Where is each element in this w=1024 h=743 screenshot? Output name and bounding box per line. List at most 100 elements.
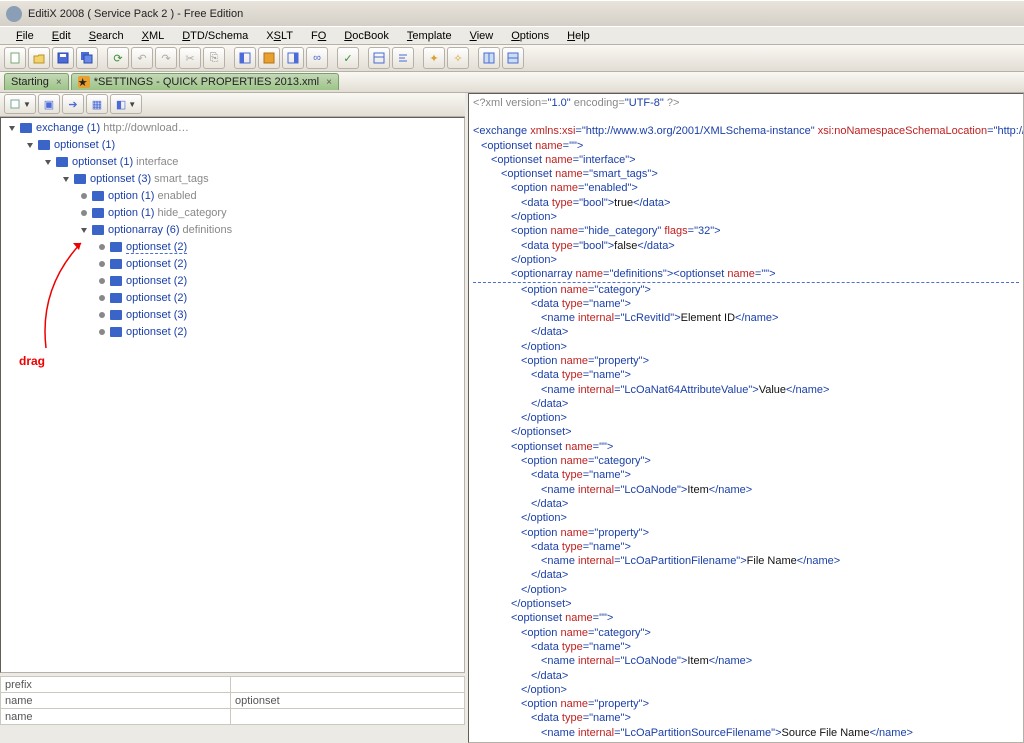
tree-view-button[interactable] <box>368 47 390 69</box>
tree-row[interactable]: optionset (2) <box>3 256 462 273</box>
menu-xml[interactable]: XML <box>134 28 173 44</box>
tree-expand-button[interactable]: ▦ <box>86 94 108 114</box>
link-button[interactable]: ∞ <box>306 47 328 69</box>
tree-label: exchange (1)http://download… <box>36 122 189 134</box>
tree-row[interactable]: optionset (2) <box>3 324 462 341</box>
main-toolbar: ⟳ ↶ ↷ ✂ ⎘ ∞ ✓ ✦ ✧ <box>0 45 1024 71</box>
panel-1-button[interactable] <box>234 47 256 69</box>
tree-row[interactable]: optionset (2) <box>3 239 462 256</box>
tab-0[interactable]: Starting× <box>4 73 69 90</box>
menu-dtdschema[interactable]: DTD/Schema <box>174 28 256 44</box>
run-alt-button[interactable]: ✧ <box>447 47 469 69</box>
tree-filter-button[interactable]: ◧▼ <box>110 94 142 114</box>
tab-close-icon[interactable]: × <box>326 77 332 88</box>
tree-toggle-icon[interactable] <box>79 226 88 235</box>
link-icon: ∞ <box>313 52 321 64</box>
new-file-button[interactable] <box>4 47 26 69</box>
format-button[interactable] <box>392 47 414 69</box>
document-tabbar: Starting×★*SETTINGS - QUICK PROPERTIES 2… <box>0 72 1024 93</box>
menu-file[interactable]: File <box>8 28 42 44</box>
validate-button[interactable]: ✓ <box>337 47 359 69</box>
arrow-right-icon: ➔ <box>68 98 77 111</box>
attr-cell <box>231 677 465 693</box>
tree-row[interactable]: optionset (3) <box>3 307 462 324</box>
star-icon: ★ <box>78 76 90 88</box>
menu-search[interactable]: Search <box>81 28 132 44</box>
content-area: ▼ ▣ ➔ ▦ ◧▼ drag exchange (1)http://downl… <box>0 93 1024 743</box>
grid-icon: ▦ <box>92 98 102 111</box>
tree-toggle-icon[interactable] <box>43 158 52 167</box>
tree-next-button[interactable]: ➔ <box>62 94 84 114</box>
element-icon <box>110 242 122 252</box>
xml-line: </data> <box>473 397 1019 411</box>
tree-leaf-icon <box>97 260 106 269</box>
chevron-down-icon: ▼ <box>128 100 136 109</box>
xml-line: <optionset name="interface"> <box>473 153 1019 167</box>
refresh-icon: ⟳ <box>113 52 122 65</box>
xml-line: <data type="name"> <box>473 540 1019 554</box>
tree-label: optionset (1)interface <box>72 156 178 168</box>
attr-row[interactable]: prefix <box>1 677 465 693</box>
tab-close-icon[interactable]: × <box>56 77 62 88</box>
xml-source-editor[interactable]: <?xml version="1.0" encoding="UTF-8" ?><… <box>468 93 1024 743</box>
menu-template[interactable]: Template <box>399 28 460 44</box>
save-all-button[interactable] <box>76 47 98 69</box>
tree-row[interactable]: optionset (1)interface <box>3 154 462 171</box>
tab-1[interactable]: ★*SETTINGS - QUICK PROPERTIES 2013.xml× <box>71 73 339 90</box>
menu-help[interactable]: Help <box>559 28 598 44</box>
menu-docbook[interactable]: DocBook <box>336 28 397 44</box>
xml-line: <option name="hide_category" flags="32"> <box>473 224 1019 238</box>
tree-toggle-icon[interactable] <box>25 141 34 150</box>
split-h-button[interactable] <box>478 47 500 69</box>
xml-line: <optionset name="smart_tags"> <box>473 167 1019 181</box>
tree-collapse-button[interactable]: ▣ <box>38 94 60 114</box>
xml-line: <optionset name=""> <box>473 440 1019 454</box>
redo-button[interactable]: ↷ <box>155 47 177 69</box>
menu-edit[interactable]: Edit <box>44 28 79 44</box>
tree-toggle-icon[interactable] <box>61 175 70 184</box>
tree-row[interactable]: optionset (2) <box>3 290 462 307</box>
panel-3-button[interactable] <box>282 47 304 69</box>
refresh-button[interactable]: ⟳ <box>107 47 129 69</box>
xml-line: <data type="bool">false</data> <box>473 239 1019 253</box>
save-button[interactable] <box>52 47 74 69</box>
copy-icon: ⎘ <box>210 52 219 65</box>
redo-icon: ↷ <box>161 52 170 65</box>
attr-row[interactable]: name <box>1 709 465 725</box>
xml-line: </option> <box>473 683 1019 697</box>
tree-row[interactable]: exchange (1)http://download… <box>3 120 462 137</box>
run-button[interactable]: ✦ <box>423 47 445 69</box>
undo-button[interactable]: ↶ <box>131 47 153 69</box>
xml-tree[interactable]: drag exchange (1)http://download…options… <box>0 117 465 673</box>
tree-label: optionset (2) <box>126 326 187 338</box>
menu-fo[interactable]: FO <box>303 28 334 44</box>
tree-row[interactable]: optionset (1) <box>3 137 462 154</box>
tree-row[interactable]: optionarray (6)definitions <box>3 222 462 239</box>
xml-line: <option name="category"> <box>473 283 1019 297</box>
split-v-button[interactable] <box>502 47 524 69</box>
panel-2-button[interactable] <box>258 47 280 69</box>
open-file-button[interactable] <box>28 47 50 69</box>
tree-new-button[interactable]: ▼ <box>4 94 36 114</box>
attributes-grid[interactable]: prefixnameoptionsetname <box>0 676 465 725</box>
attr-row[interactable]: nameoptionset <box>1 693 465 709</box>
tree-row[interactable]: optionset (3)smart_tags <box>3 171 462 188</box>
xml-line: </data> <box>473 568 1019 582</box>
tree-row[interactable]: optionset (2) <box>3 273 462 290</box>
left-panel: ▼ ▣ ➔ ▦ ◧▼ drag exchange (1)http://downl… <box>0 93 468 743</box>
copy-button[interactable]: ⎘ <box>203 47 225 69</box>
menu-view[interactable]: View <box>462 28 502 44</box>
xml-line: <data type="name"> <box>473 711 1019 725</box>
menu-options[interactable]: Options <box>503 28 557 44</box>
element-icon <box>110 327 122 337</box>
tree-toggle-icon[interactable] <box>7 124 16 133</box>
cut-button[interactable]: ✂ <box>179 47 201 69</box>
xml-line: </option> <box>473 583 1019 597</box>
menu-xslt[interactable]: XSLT <box>258 28 301 44</box>
tree-label: optionarray (6)definitions <box>108 224 232 236</box>
xml-line: <exchange xmlns:xsi="http://www.w3.org/2… <box>473 124 1019 138</box>
tree-leaf-icon <box>97 328 106 337</box>
tree-row[interactable]: option (1)enabled <box>3 188 462 205</box>
tree-row[interactable]: option (1)hide_category <box>3 205 462 222</box>
xml-line: </option> <box>473 253 1019 267</box>
